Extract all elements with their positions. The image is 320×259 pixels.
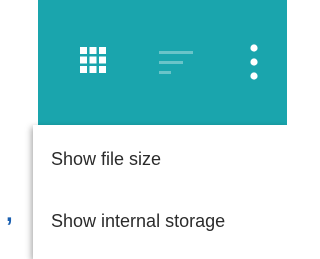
menu-item-show-internal-storage[interactable]: Show internal storage: [33, 197, 287, 247]
menu-item-label: Show file size: [51, 149, 162, 169]
toolbar: [38, 0, 287, 125]
menu-item-show-file-size[interactable]: Show file size: [33, 135, 287, 185]
background-text-fragment: ,: [6, 200, 13, 227]
grid-view-icon[interactable]: [80, 47, 106, 73]
screenshot-stage: , Show file size Show internal storage: [0, 0, 287, 259]
more-vert-icon[interactable]: [248, 43, 260, 81]
menu-item-label: Show internal storage: [51, 211, 226, 231]
overflow-menu: Show file size Show internal storage: [33, 125, 287, 259]
sort-icon[interactable]: [159, 49, 193, 77]
